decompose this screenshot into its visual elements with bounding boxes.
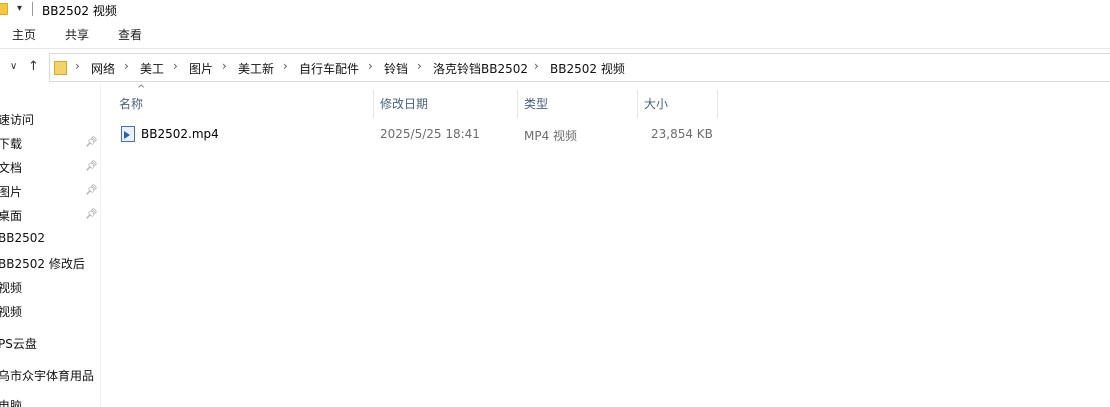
chevron-right-icon[interactable]: › bbox=[283, 59, 288, 73]
sidebar-item-videos[interactable]: 视频 bbox=[0, 279, 22, 296]
breadcrumb-item[interactable]: 洛克铃铛BB2502 bbox=[433, 60, 528, 77]
title-bar: ▾ BB2502 视频 bbox=[0, 0, 1110, 20]
breadcrumb-item[interactable]: 图片 bbox=[189, 60, 213, 77]
quick-access-dropdown-icon[interactable]: ▾ bbox=[17, 3, 22, 14]
ribbon: 主页 共享 查看 bbox=[0, 20, 1110, 48]
up-arrow-icon[interactable]: ↑ bbox=[28, 59, 39, 74]
sidebar-item-pictures[interactable]: 图片 bbox=[0, 183, 22, 200]
folder-icon bbox=[0, 3, 8, 15]
pin-icon[interactable]: 📌︎ bbox=[85, 209, 98, 220]
ribbon-divider bbox=[0, 48, 1110, 49]
navigation-bar: ∨ ↑ › 网络 › 美工 › 图片 › 美工新 › 自行车配件 › 铃铛 › … bbox=[0, 53, 1110, 83]
file-list-row[interactable]: BB2502.mp4 2025/5/25 18:41 MP4 视频 23,854… bbox=[101, 123, 721, 145]
sidebar-item-downloads[interactable]: 下载 bbox=[0, 135, 22, 152]
breadcrumb-item[interactable]: 自行车配件 bbox=[299, 60, 359, 77]
sidebar-item-this-pc[interactable]: 电脑 bbox=[0, 397, 22, 407]
navigation-pane: 速访问 下载 📌︎ 文档 📌︎ 图片 📌︎ 桌面 📌︎ BB2502 BB250… bbox=[0, 84, 101, 407]
sidebar-item-cloud[interactable]: PS云盘 bbox=[0, 335, 37, 352]
column-header-size[interactable]: 大小 bbox=[644, 90, 668, 118]
column-divider[interactable] bbox=[517, 90, 518, 118]
folder-icon bbox=[54, 61, 67, 75]
video-file-icon bbox=[121, 126, 135, 142]
chevron-right-icon[interactable]: › bbox=[173, 59, 178, 73]
column-header-date-modified[interactable]: 修改日期 bbox=[380, 90, 428, 118]
tab-share[interactable]: 共享 bbox=[65, 26, 89, 43]
file-date-modified: 2025/5/25 18:41 bbox=[380, 127, 480, 141]
chevron-right-icon[interactable]: › bbox=[124, 59, 129, 73]
chevron-right-icon[interactable]: › bbox=[222, 59, 227, 73]
column-divider[interactable] bbox=[373, 90, 374, 118]
tab-view[interactable]: 查看 bbox=[118, 26, 142, 43]
sidebar-item-quick-access[interactable]: 速访问 bbox=[0, 111, 34, 128]
sidebar-item-documents[interactable]: 文档 bbox=[0, 159, 22, 176]
chevron-right-icon[interactable]: › bbox=[368, 59, 373, 73]
breadcrumb-item[interactable]: 铃铛 bbox=[384, 60, 408, 77]
column-header-type[interactable]: 类型 bbox=[524, 90, 548, 118]
column-divider[interactable] bbox=[637, 90, 638, 118]
breadcrumb-current[interactable]: BB2502 视频 bbox=[550, 60, 625, 77]
recent-locations-chevron-icon[interactable]: ∨ bbox=[10, 61, 17, 72]
file-name[interactable]: BB2502.mp4 bbox=[141, 127, 219, 141]
breadcrumb-item[interactable]: 美工 bbox=[140, 60, 164, 77]
sidebar-item-folder[interactable]: BB2502 bbox=[0, 231, 45, 245]
file-type: MP4 视频 bbox=[524, 129, 578, 143]
sidebar-item-desktop[interactable]: 桌面 bbox=[0, 207, 22, 224]
column-header-row: 名称 修改日期 类型 大小 bbox=[101, 90, 721, 118]
breadcrumb-item[interactable]: 美工新 bbox=[238, 60, 274, 77]
chevron-right-icon[interactable]: › bbox=[75, 59, 80, 73]
chevron-right-icon[interactable]: › bbox=[534, 59, 539, 73]
sidebar-item-network-share[interactable]: 乌市众宇体育用品 bbox=[0, 367, 94, 384]
tab-home[interactable]: 主页 bbox=[12, 26, 36, 43]
breadcrumb-item[interactable]: 网络 bbox=[91, 60, 115, 77]
chevron-right-icon[interactable]: › bbox=[417, 59, 422, 73]
pin-icon[interactable]: 📌︎ bbox=[85, 137, 98, 148]
pin-icon[interactable]: 📌︎ bbox=[85, 185, 98, 196]
title-separator bbox=[32, 2, 33, 16]
column-header-name[interactable]: 名称 bbox=[119, 90, 143, 118]
window-title: BB2502 视频 bbox=[42, 4, 117, 18]
column-divider[interactable] bbox=[717, 90, 718, 118]
sidebar-item-videos[interactable]: 视频 bbox=[0, 303, 22, 320]
address-bar[interactable]: › 网络 › 美工 › 图片 › 美工新 › 自行车配件 › 铃铛 › 洛克铃铛… bbox=[49, 53, 1110, 82]
sidebar-item-folder[interactable]: BB2502 修改后 bbox=[0, 255, 85, 272]
file-size: 23,854 KB bbox=[651, 127, 713, 141]
pin-icon[interactable]: 📌︎ bbox=[85, 161, 98, 172]
